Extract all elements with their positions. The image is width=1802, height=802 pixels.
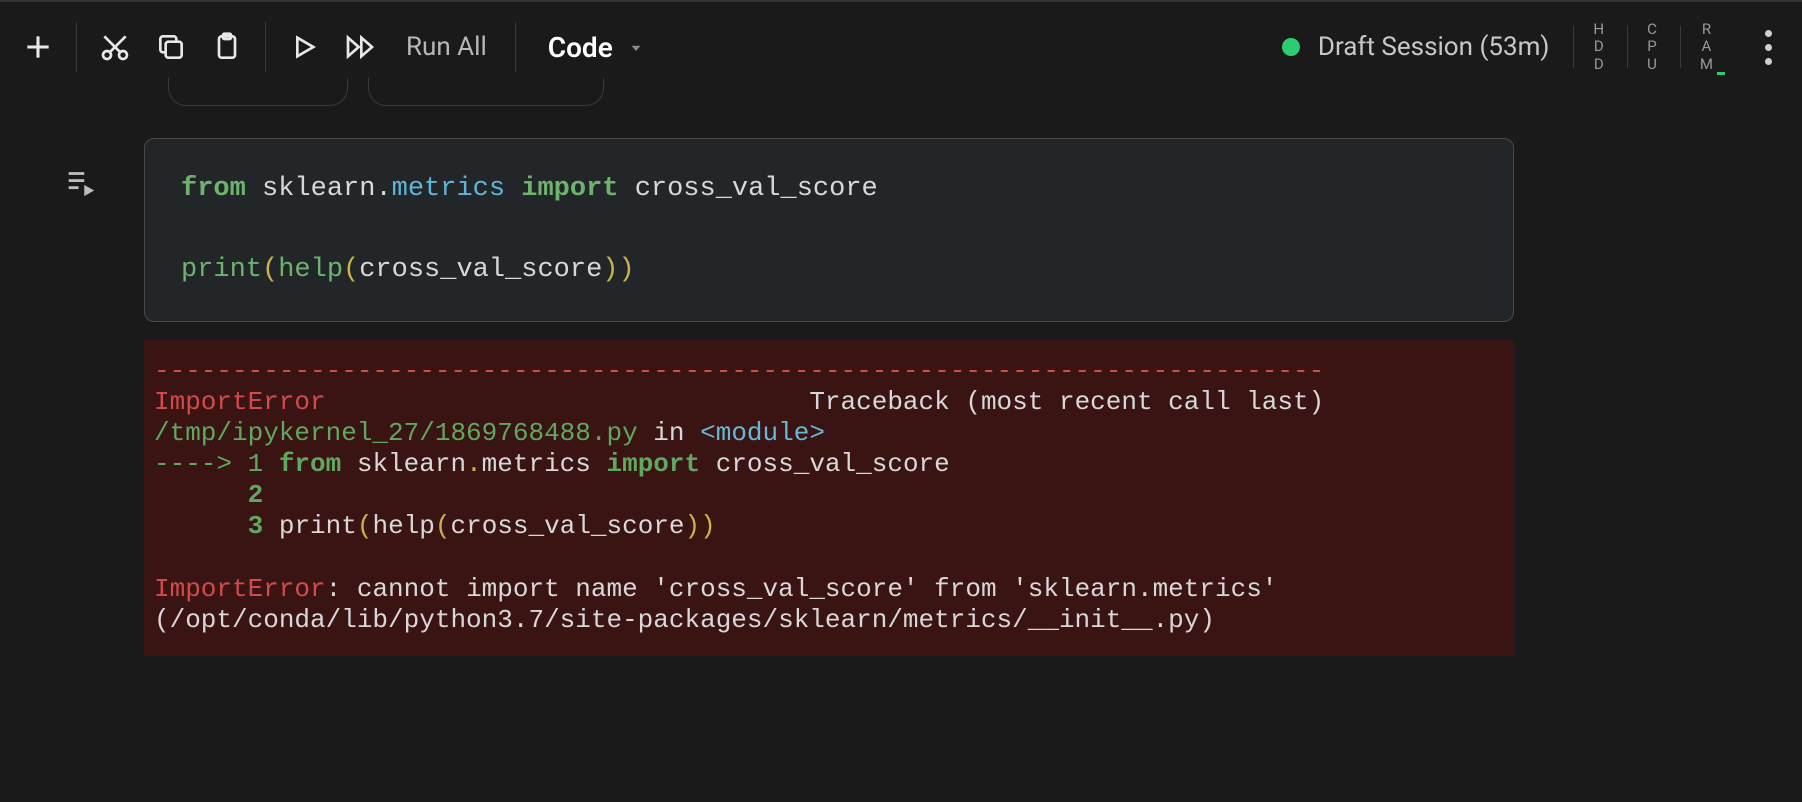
toolbar-lower-edge	[0, 92, 1802, 120]
status-dot-icon	[1282, 38, 1300, 56]
notebook-main: from sklearn.metrics import cross_val_sc…	[0, 120, 1802, 656]
ram-meter[interactable]: RAM	[1680, 21, 1736, 73]
cell-column: from sklearn.metrics import cross_val_sc…	[144, 138, 1514, 656]
chevron-down-icon	[627, 31, 645, 64]
code-content: from sklearn.metrics import cross_val_sc…	[181, 169, 1477, 291]
hdd-meter[interactable]: HDD	[1573, 21, 1627, 73]
code-cell[interactable]: from sklearn.metrics import cross_val_sc…	[144, 138, 1514, 322]
cell-gutter	[24, 138, 144, 656]
cell-output-error: ----------------------------------------…	[144, 340, 1514, 657]
run-cell-button[interactable]	[276, 19, 332, 75]
cpu-meter[interactable]: CPU	[1627, 21, 1680, 73]
fast-forward-button[interactable]	[332, 19, 388, 75]
toolbar-divider	[265, 22, 266, 72]
toolbar-divider	[515, 22, 516, 72]
cell-type-dropdown[interactable]: Code	[526, 31, 667, 64]
resource-meters: HDD CPU RAM	[1565, 21, 1744, 73]
session-status[interactable]: Draft Session (53m)	[1266, 32, 1566, 62]
session-label: Draft Session (53m)	[1318, 32, 1550, 62]
run-all-button[interactable]: Run All	[388, 32, 505, 62]
more-menu-button[interactable]	[1744, 12, 1792, 83]
execute-cell-button[interactable]	[58, 160, 102, 204]
add-cell-button[interactable]	[10, 19, 66, 75]
cell-type-label: Code	[548, 31, 613, 64]
paste-button[interactable]	[199, 19, 255, 75]
toolbar-divider	[76, 22, 77, 72]
cut-button[interactable]	[87, 19, 143, 75]
traceback-content: ----------------------------------------…	[154, 356, 1504, 637]
copy-button[interactable]	[143, 19, 199, 75]
